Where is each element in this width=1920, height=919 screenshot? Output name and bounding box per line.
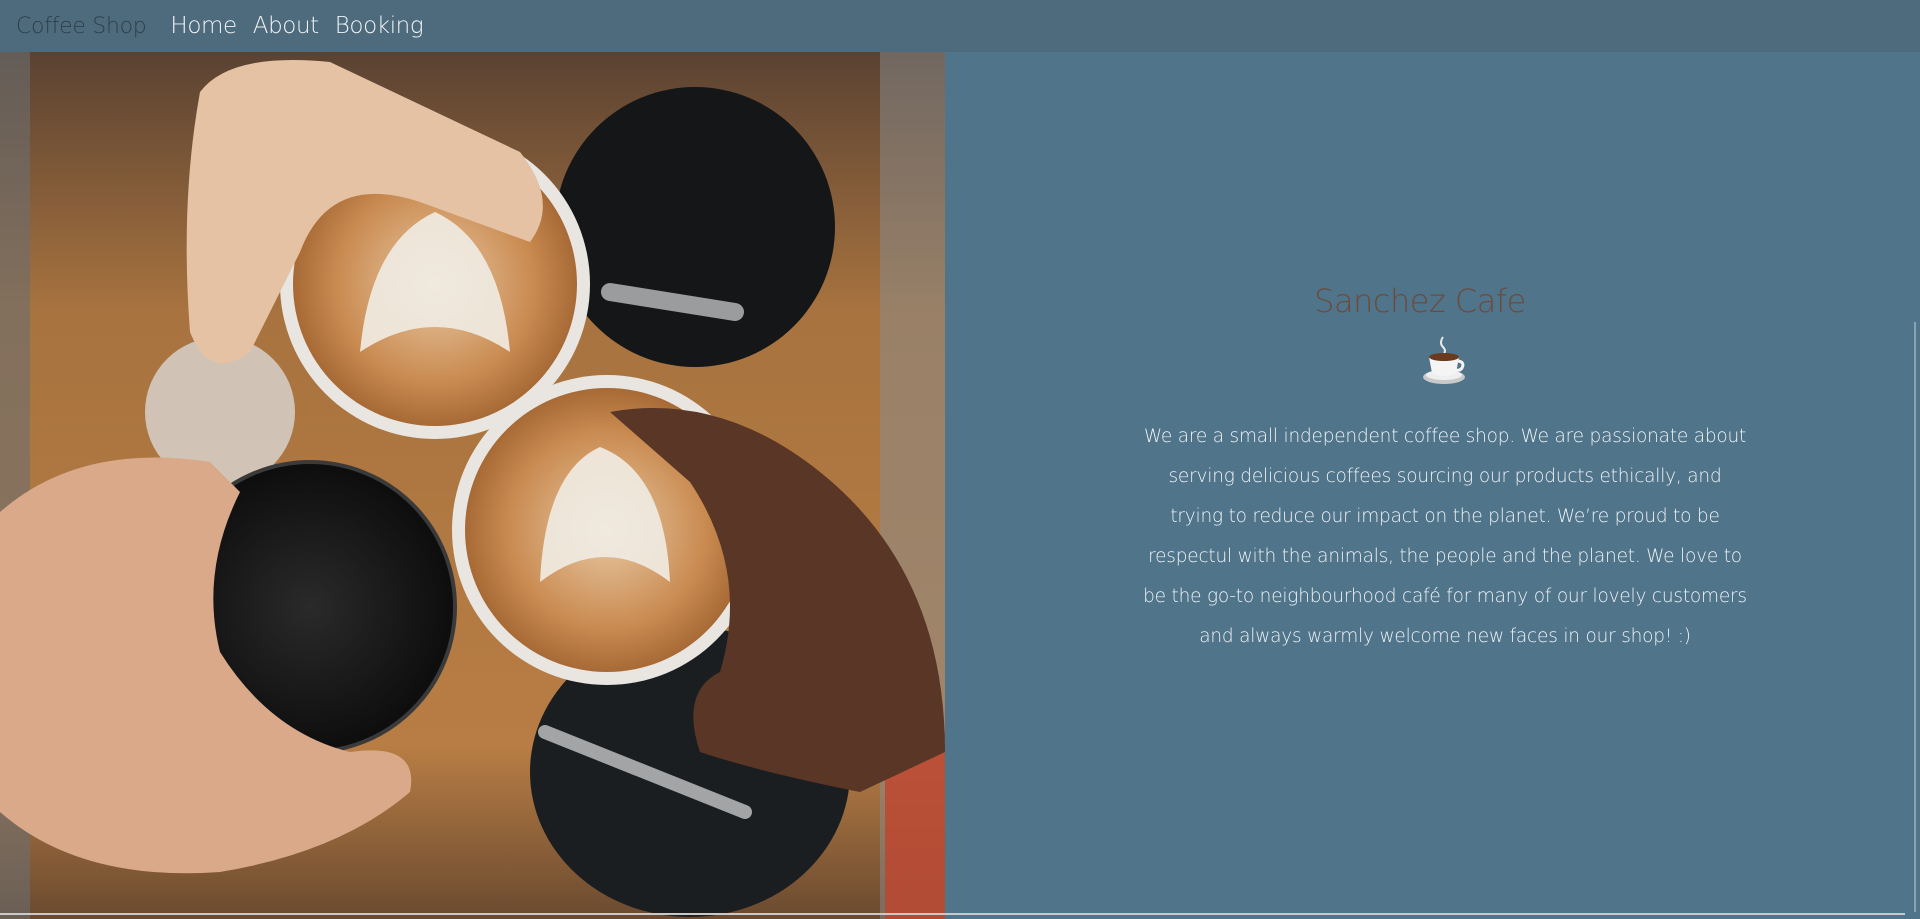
nav-link-booking[interactable]: Booking — [335, 13, 424, 39]
nav-link-home[interactable]: Home — [170, 13, 237, 39]
page-title: Sanchez Cafe — [1314, 282, 1526, 320]
scrollbar[interactable] — [1914, 322, 1916, 912]
brand-link[interactable]: Coffee Shop — [16, 14, 147, 39]
nav-links: Home About Booking — [170, 13, 439, 39]
description-text: We are a small independent coffee shop. … — [1143, 426, 1747, 647]
coffee-cup-icon — [1421, 335, 1467, 385]
coffee-cheers-illustration — [0, 52, 945, 919]
hero-image — [0, 52, 945, 919]
divider — [0, 913, 1905, 915]
nav-link-about[interactable]: About — [253, 13, 319, 39]
navbar: Coffee Shop Home About Booking — [0, 0, 1920, 52]
about-section: Sanchez Cafe We are a small independent … — [945, 52, 1920, 919]
